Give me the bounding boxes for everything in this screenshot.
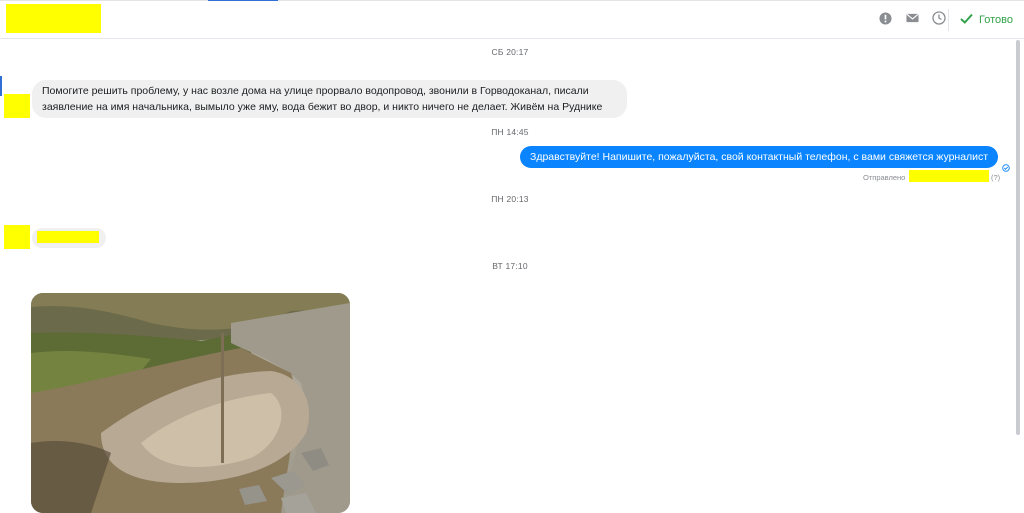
sent-check-icon	[1002, 159, 1010, 177]
photo-attachment[interactable]	[31, 293, 350, 513]
timestamp: ПН 14:45	[491, 127, 529, 137]
done-label: Готово	[979, 14, 1013, 26]
exclamation-circle-icon[interactable]	[878, 11, 892, 25]
avatar-redacted[interactable]	[4, 225, 30, 249]
header-separator	[948, 9, 949, 31]
avatar-redacted[interactable]	[4, 94, 30, 118]
incoming-message: Помогите решить проблему, у нас возле до…	[32, 80, 627, 118]
sent-status-redacted	[909, 170, 989, 182]
redacted-text	[37, 231, 99, 243]
done-button[interactable]: Готово	[960, 10, 1013, 30]
sent-status-label: Отправлено	[863, 173, 906, 182]
selection-indicator	[0, 76, 2, 96]
timestamp: ВТ 17:10	[492, 261, 528, 271]
envelope-icon[interactable]	[905, 11, 919, 25]
header-actions	[878, 11, 946, 25]
checkmark-icon	[960, 13, 973, 27]
incoming-message-redacted	[32, 228, 106, 248]
outgoing-message: Здравствуйте! Напишите, пожалуйста, свой…	[520, 146, 999, 168]
timestamp: СБ 20:17	[491, 47, 529, 57]
clock-icon[interactable]	[932, 11, 946, 25]
conversation-header: Готово	[0, 1, 1024, 39]
contact-name-redacted[interactable]	[6, 4, 101, 33]
sent-status-suffix: (?)	[991, 173, 1001, 182]
scrollbar[interactable]	[1016, 40, 1020, 435]
timestamp: ПН 20:13	[491, 194, 529, 204]
